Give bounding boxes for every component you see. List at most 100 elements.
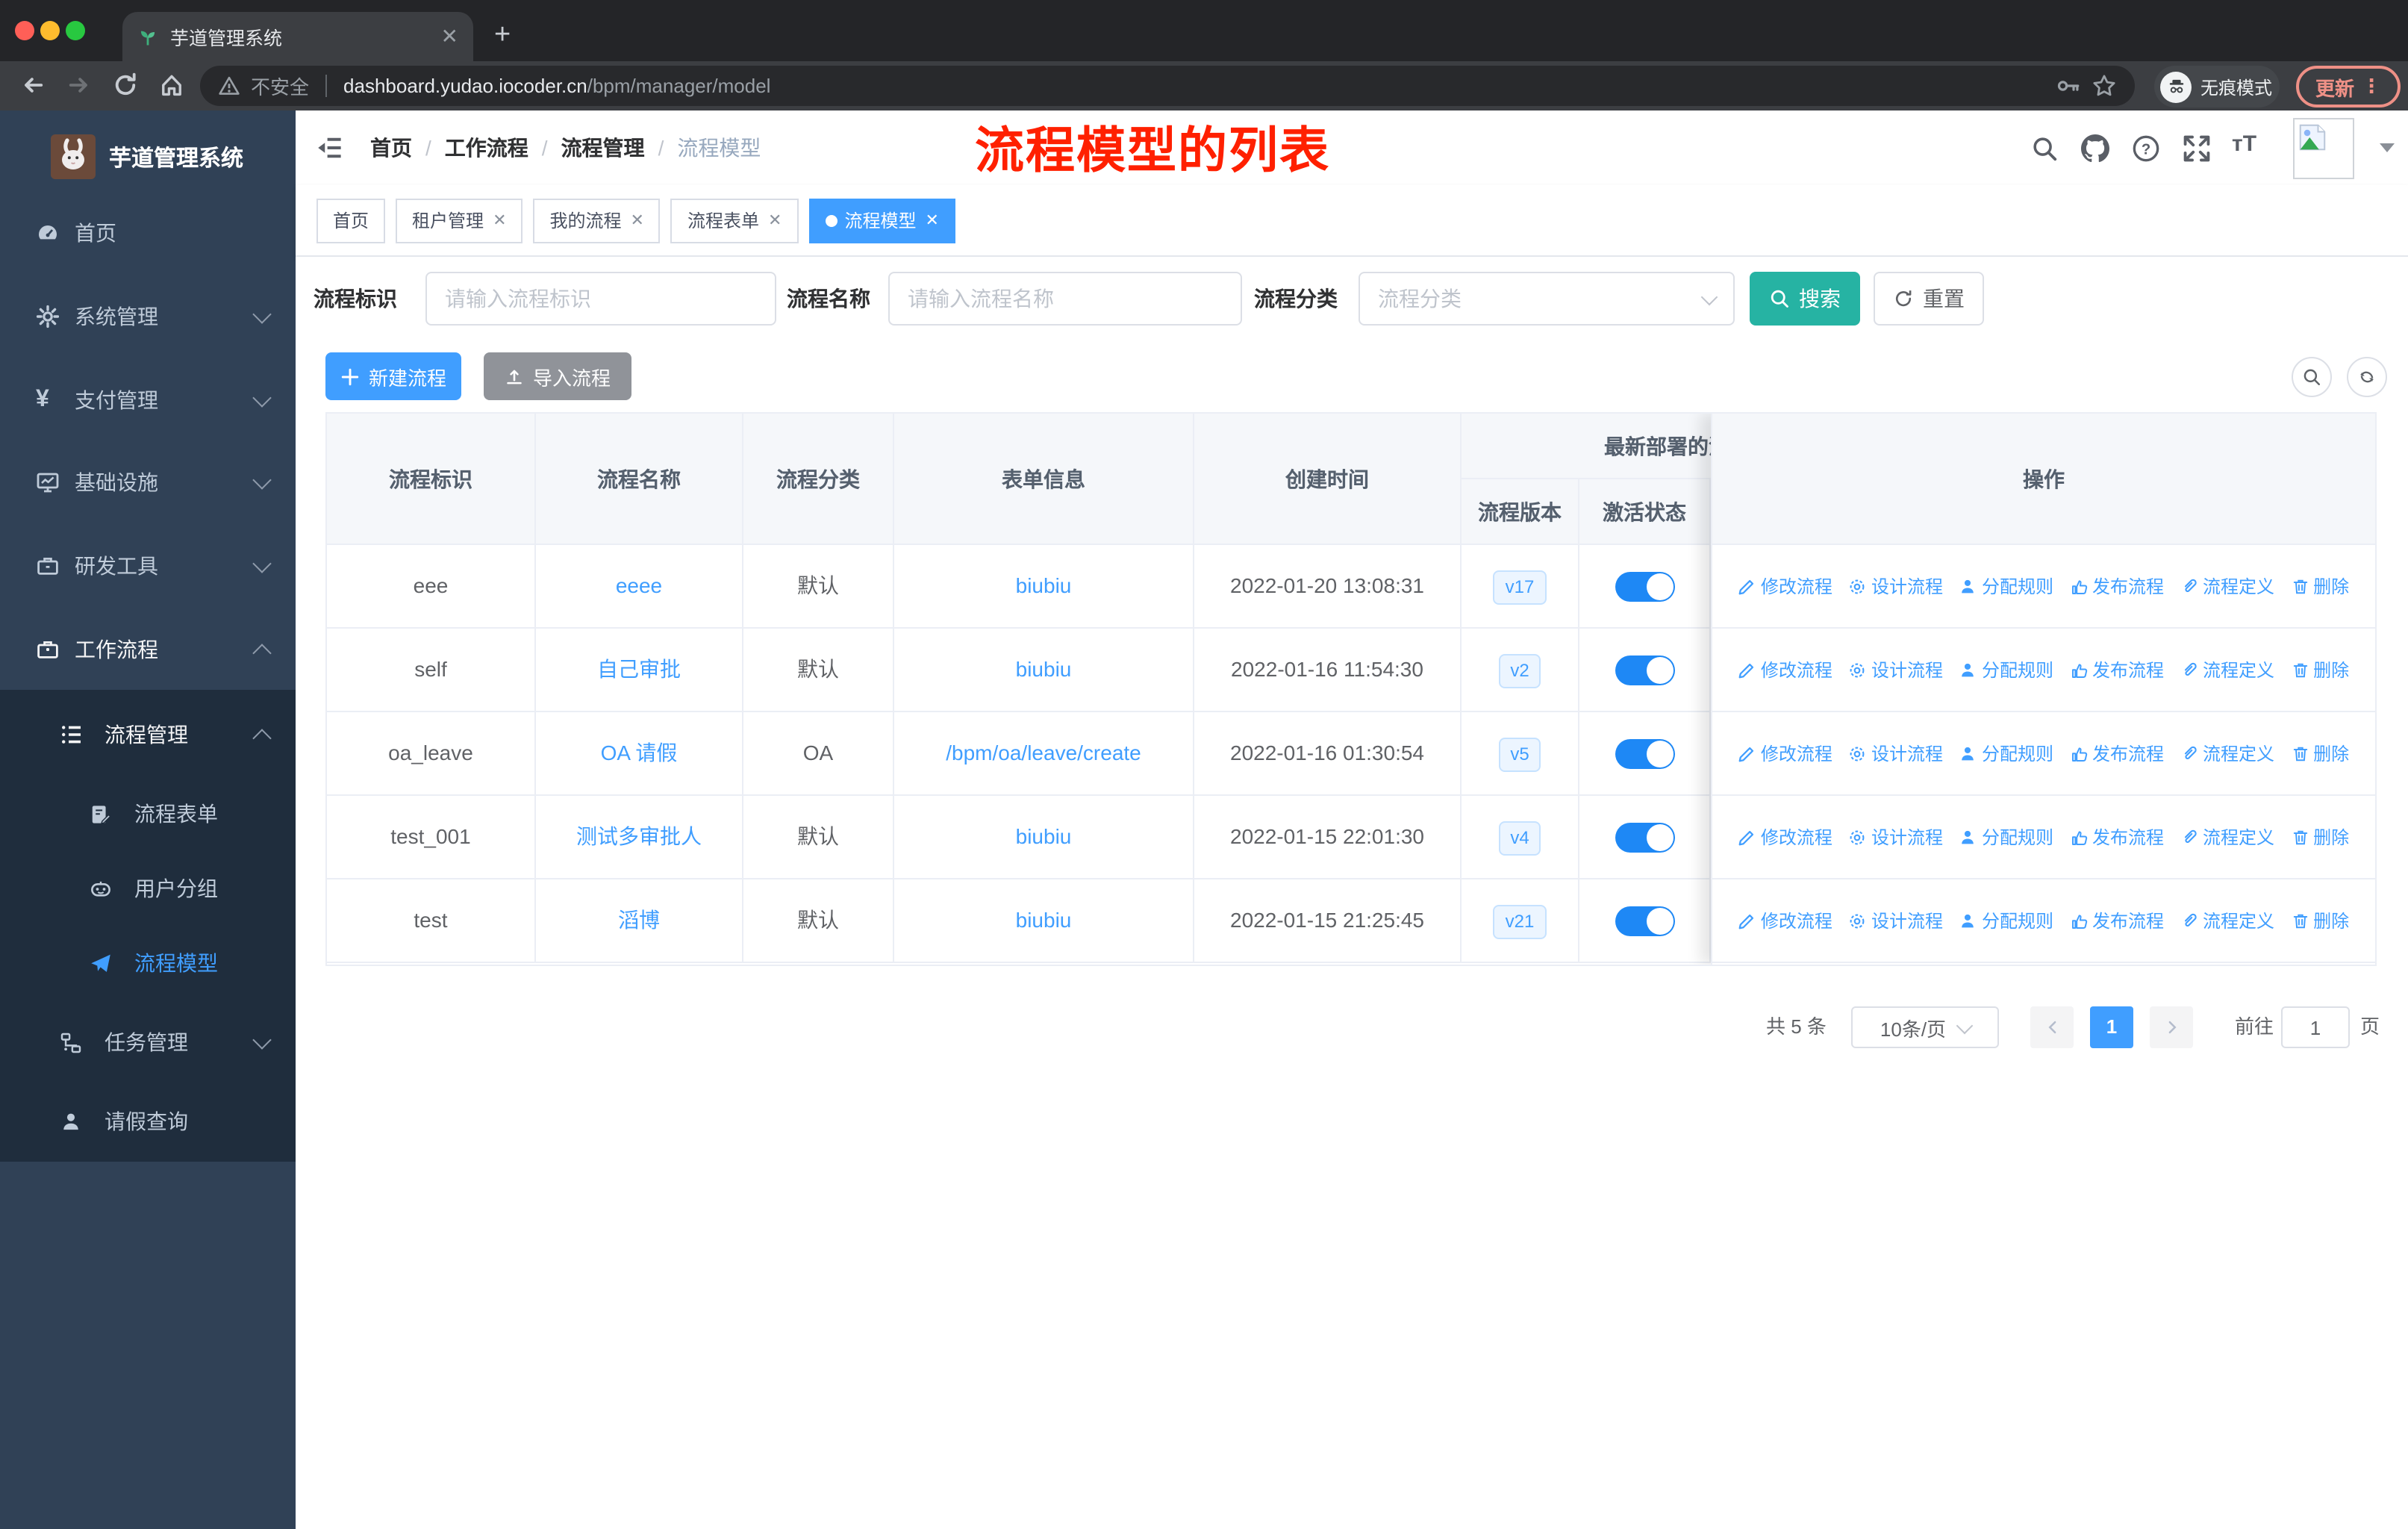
create-process-button[interactable]: 新建流程 <box>325 352 461 400</box>
deploy-process-action[interactable]: 发布流程 <box>2070 824 2164 850</box>
sidebar-item-system[interactable]: 系统管理 <box>0 278 296 355</box>
avatar-caret-icon[interactable] <box>2380 143 2395 152</box>
delete-action[interactable]: 删除 <box>2291 741 2349 766</box>
cell-process-name-link[interactable]: 自己审批 <box>536 629 743 711</box>
deploy-process-action[interactable]: 发布流程 <box>2070 657 2164 682</box>
active-toggle[interactable] <box>1615 571 1674 601</box>
avatar[interactable] <box>2293 118 2354 179</box>
version-badge[interactable]: v17 <box>1493 570 1547 605</box>
active-toggle[interactable] <box>1615 822 1674 852</box>
tag-my-process[interactable]: 我的流程 ✕ <box>533 198 661 243</box>
cell-form-link[interactable]: biubiu <box>894 879 1194 962</box>
traffic-light-zoom[interactable] <box>66 21 85 40</box>
assign-rule-action[interactable]: 分配规则 <box>1959 824 2053 850</box>
deploy-process-action[interactable]: 发布流程 <box>2070 908 2164 933</box>
breadcrumb-process-management[interactable]: 流程管理 <box>561 133 645 163</box>
edit-process-action[interactable]: 修改流程 <box>1738 573 1832 599</box>
edit-process-action[interactable]: 修改流程 <box>1738 741 1832 766</box>
edit-process-action[interactable]: 修改流程 <box>1738 657 1832 682</box>
process-definition-action[interactable]: 流程定义 <box>2180 657 2274 682</box>
security-label[interactable]: 不安全 <box>251 72 309 100</box>
new-tab-button[interactable]: + <box>494 15 511 57</box>
delete-action[interactable]: 删除 <box>2291 908 2349 933</box>
import-process-button[interactable]: 导入流程 <box>484 352 631 400</box>
design-process-action[interactable]: 设计流程 <box>1849 573 1943 599</box>
search-icon[interactable] <box>2030 134 2059 163</box>
sidebar-item-process-model[interactable]: 流程模型 <box>0 924 296 1002</box>
bookmark-star-icon[interactable] <box>2092 73 2117 99</box>
delete-action[interactable]: 删除 <box>2291 657 2349 682</box>
update-button[interactable]: 更新 ⋮ <box>2296 66 2401 108</box>
close-icon[interactable]: ✕ <box>768 211 782 230</box>
edit-process-action[interactable]: 修改流程 <box>1738 824 1832 850</box>
fullscreen-icon[interactable] <box>2183 134 2211 163</box>
close-icon[interactable]: ✕ <box>925 211 938 230</box>
cell-process-name-link[interactable]: 滔博 <box>536 879 743 962</box>
assign-rule-action[interactable]: 分配规则 <box>1959 908 2053 933</box>
design-process-action[interactable]: 设计流程 <box>1849 908 1943 933</box>
refresh-table-button[interactable] <box>2347 357 2387 397</box>
process-definition-action[interactable]: 流程定义 <box>2180 824 2274 850</box>
filter-name-input[interactable] <box>888 272 1242 326</box>
sidebar-item-process-form[interactable]: 流程表单 <box>0 775 296 853</box>
filter-category-select[interactable]: 流程分类 <box>1359 272 1735 326</box>
design-process-action[interactable]: 设计流程 <box>1849 741 1943 766</box>
reload-icon[interactable] <box>112 72 139 99</box>
tag-process-form[interactable]: 流程表单 ✕ <box>670 198 799 243</box>
back-icon[interactable] <box>19 72 46 99</box>
deploy-process-action[interactable]: 发布流程 <box>2070 741 2164 766</box>
process-definition-action[interactable]: 流程定义 <box>2180 908 2274 933</box>
version-badge[interactable]: v21 <box>1493 905 1547 939</box>
cell-form-link[interactable]: /bpm/oa/leave/create <box>894 712 1194 794</box>
traffic-light-close[interactable] <box>15 21 34 40</box>
sidebar-item-devtools[interactable]: 研发工具 <box>0 527 296 605</box>
github-icon[interactable] <box>2081 134 2109 163</box>
assign-rule-action[interactable]: 分配规则 <box>1959 657 2053 682</box>
process-definition-action[interactable]: 流程定义 <box>2180 741 2274 766</box>
active-toggle[interactable] <box>1615 655 1674 685</box>
sidebar-item-user-group[interactable]: 用户分组 <box>0 850 296 927</box>
browser-menu-icon[interactable]: ⋮ <box>2362 75 2381 99</box>
sidebar-item-task-management[interactable]: 任务管理 <box>0 1003 296 1081</box>
filter-key-input[interactable] <box>425 272 776 326</box>
active-toggle[interactable] <box>1615 906 1674 935</box>
next-page-button[interactable] <box>2150 1006 2193 1048</box>
goto-page-input[interactable] <box>2281 1006 2350 1048</box>
forward-icon[interactable] <box>66 72 93 99</box>
help-icon[interactable]: ? <box>2132 134 2160 163</box>
prev-page-button[interactable] <box>2030 1006 2074 1048</box>
toggle-search-button[interactable] <box>2292 357 2332 397</box>
active-toggle[interactable] <box>1615 738 1674 768</box>
breadcrumb-workflow[interactable]: 工作流程 <box>445 133 528 163</box>
tab-close-icon[interactable]: ✕ <box>441 24 458 49</box>
cell-process-name-link[interactable]: OA 请假 <box>536 712 743 794</box>
edit-process-action[interactable]: 修改流程 <box>1738 908 1832 933</box>
current-page[interactable]: 1 <box>2090 1006 2133 1048</box>
version-badge[interactable]: v2 <box>1498 654 1541 688</box>
sidebar-item-workflow[interactable]: 工作流程 <box>0 611 296 688</box>
key-icon[interactable] <box>2056 73 2081 99</box>
reset-button[interactable]: 重置 <box>1874 272 1984 326</box>
browser-tab[interactable]: 芋道管理系统 ✕ <box>122 12 473 61</box>
assign-rule-action[interactable]: 分配规则 <box>1959 741 2053 766</box>
sidebar-item-home[interactable]: 首页 <box>0 194 296 272</box>
tag-process-model[interactable]: 流程模型 ✕ <box>808 198 955 243</box>
cell-form-link[interactable]: biubiu <box>894 629 1194 711</box>
design-process-action[interactable]: 设计流程 <box>1849 824 1943 850</box>
cell-form-link[interactable]: biubiu <box>894 796 1194 878</box>
close-icon[interactable]: ✕ <box>493 211 506 230</box>
tag-tenant[interactable]: 租户管理 ✕ <box>396 198 523 243</box>
breadcrumb-home[interactable]: 首页 <box>370 133 412 163</box>
search-button[interactable]: 搜索 <box>1750 272 1860 326</box>
delete-action[interactable]: 删除 <box>2291 824 2349 850</box>
sidebar-item-infrastructure[interactable]: 基础设施 <box>0 443 296 521</box>
version-badge[interactable]: v4 <box>1498 821 1541 856</box>
cell-form-link[interactable]: biubiu <box>894 545 1194 627</box>
traffic-light-minimize[interactable] <box>40 21 60 40</box>
cell-process-name-link[interactable]: eeee <box>536 545 743 627</box>
process-definition-action[interactable]: 流程定义 <box>2180 573 2274 599</box>
design-process-action[interactable]: 设计流程 <box>1849 657 1943 682</box>
home-icon[interactable] <box>158 72 185 99</box>
page-size-select[interactable]: 10条/页 <box>1851 1006 1999 1048</box>
font-size-icon[interactable]: ᴛT <box>2232 131 2256 157</box>
